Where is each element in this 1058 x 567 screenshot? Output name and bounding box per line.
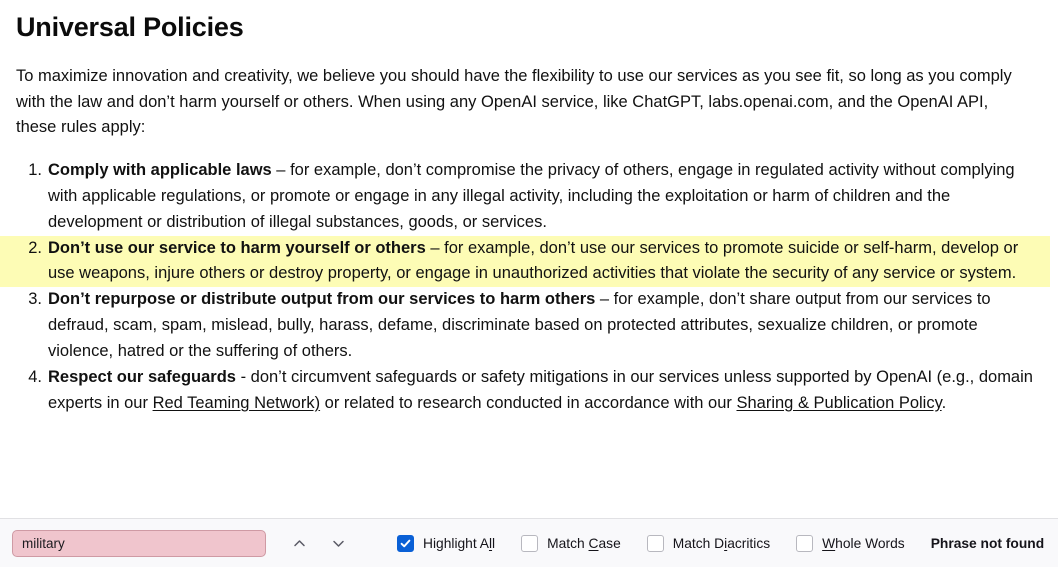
sharing-publication-policy-link[interactable]: Sharing & Publication Policy (736, 394, 941, 412)
highlight-all-checkbox[interactable]: Highlight All (397, 534, 496, 552)
policy-item-4-body-c: . (941, 393, 947, 412)
chevron-down-icon (330, 535, 347, 552)
policy-item-1-text: Comply with applicable laws – for exampl… (48, 158, 1042, 236)
policy-item-3-lead: Don’t repurpose or distribute output fro… (48, 290, 596, 309)
policy-item-4-lead: Respect our safeguards (48, 368, 236, 387)
policy-item-3-text: Don’t repurpose or distribute output fro… (48, 287, 1042, 365)
policy-item-2-text: Don’t use our service to harm yourself o… (48, 236, 1042, 288)
policy-item-4-text: Respect our safeguards - don’t circumven… (48, 365, 1042, 417)
match-diacritics-label: Match Diacritics (672, 535, 771, 551)
policy-item-1: Comply with applicable laws – for exampl… (16, 158, 1042, 236)
red-teaming-network-link[interactable]: Red Teaming Network) (153, 394, 321, 412)
find-input[interactable] (12, 529, 266, 557)
match-case-checkbox[interactable]: Match Case (521, 534, 621, 552)
whole-words-label: Whole Words (822, 535, 905, 551)
intro-paragraph: To maximize innovation and creativity, w… (16, 67, 1012, 137)
page-title: Universal Policies (16, 12, 244, 42)
highlight-all-label: Highlight All (423, 535, 496, 551)
policy-item-4-body-b: or related to research conducted in acco… (320, 393, 737, 412)
policy-item-3: Don’t repurpose or distribute output fro… (16, 287, 1042, 365)
policy-list: Comply with applicable laws – for exampl… (16, 158, 1042, 417)
policy-item-2: Don’t use our service to harm yourself o… (16, 235, 1042, 288)
document-content: Universal Policies To maximize innovatio… (0, 0, 1058, 518)
match-case-label: Match Case (547, 535, 621, 551)
highlight-all-checkbox-box[interactable] (397, 534, 414, 552)
match-diacritics-checkbox-box[interactable] (646, 534, 664, 552)
policy-item-1-lead: Comply with applicable laws (48, 160, 272, 179)
match-case-checkbox-box[interactable] (521, 534, 539, 552)
match-diacritics-checkbox[interactable]: Match Diacritics (646, 534, 771, 552)
find-previous-button[interactable] (284, 528, 314, 558)
whole-words-checkbox[interactable]: Whole Words (796, 534, 905, 552)
checkmark-icon (399, 537, 412, 550)
chevron-up-icon (291, 535, 308, 552)
find-next-button[interactable] (323, 528, 353, 558)
findbar: Highlight All Match Case Match Diacritic… (0, 518, 1058, 567)
policy-item-4: Respect our safeguards - don’t circumven… (16, 365, 1042, 417)
policy-item-2-lead: Don’t use our service to harm yourself o… (48, 238, 426, 257)
whole-words-checkbox-box[interactable] (796, 534, 814, 552)
find-status-message: Phrase not found (930, 535, 1045, 551)
